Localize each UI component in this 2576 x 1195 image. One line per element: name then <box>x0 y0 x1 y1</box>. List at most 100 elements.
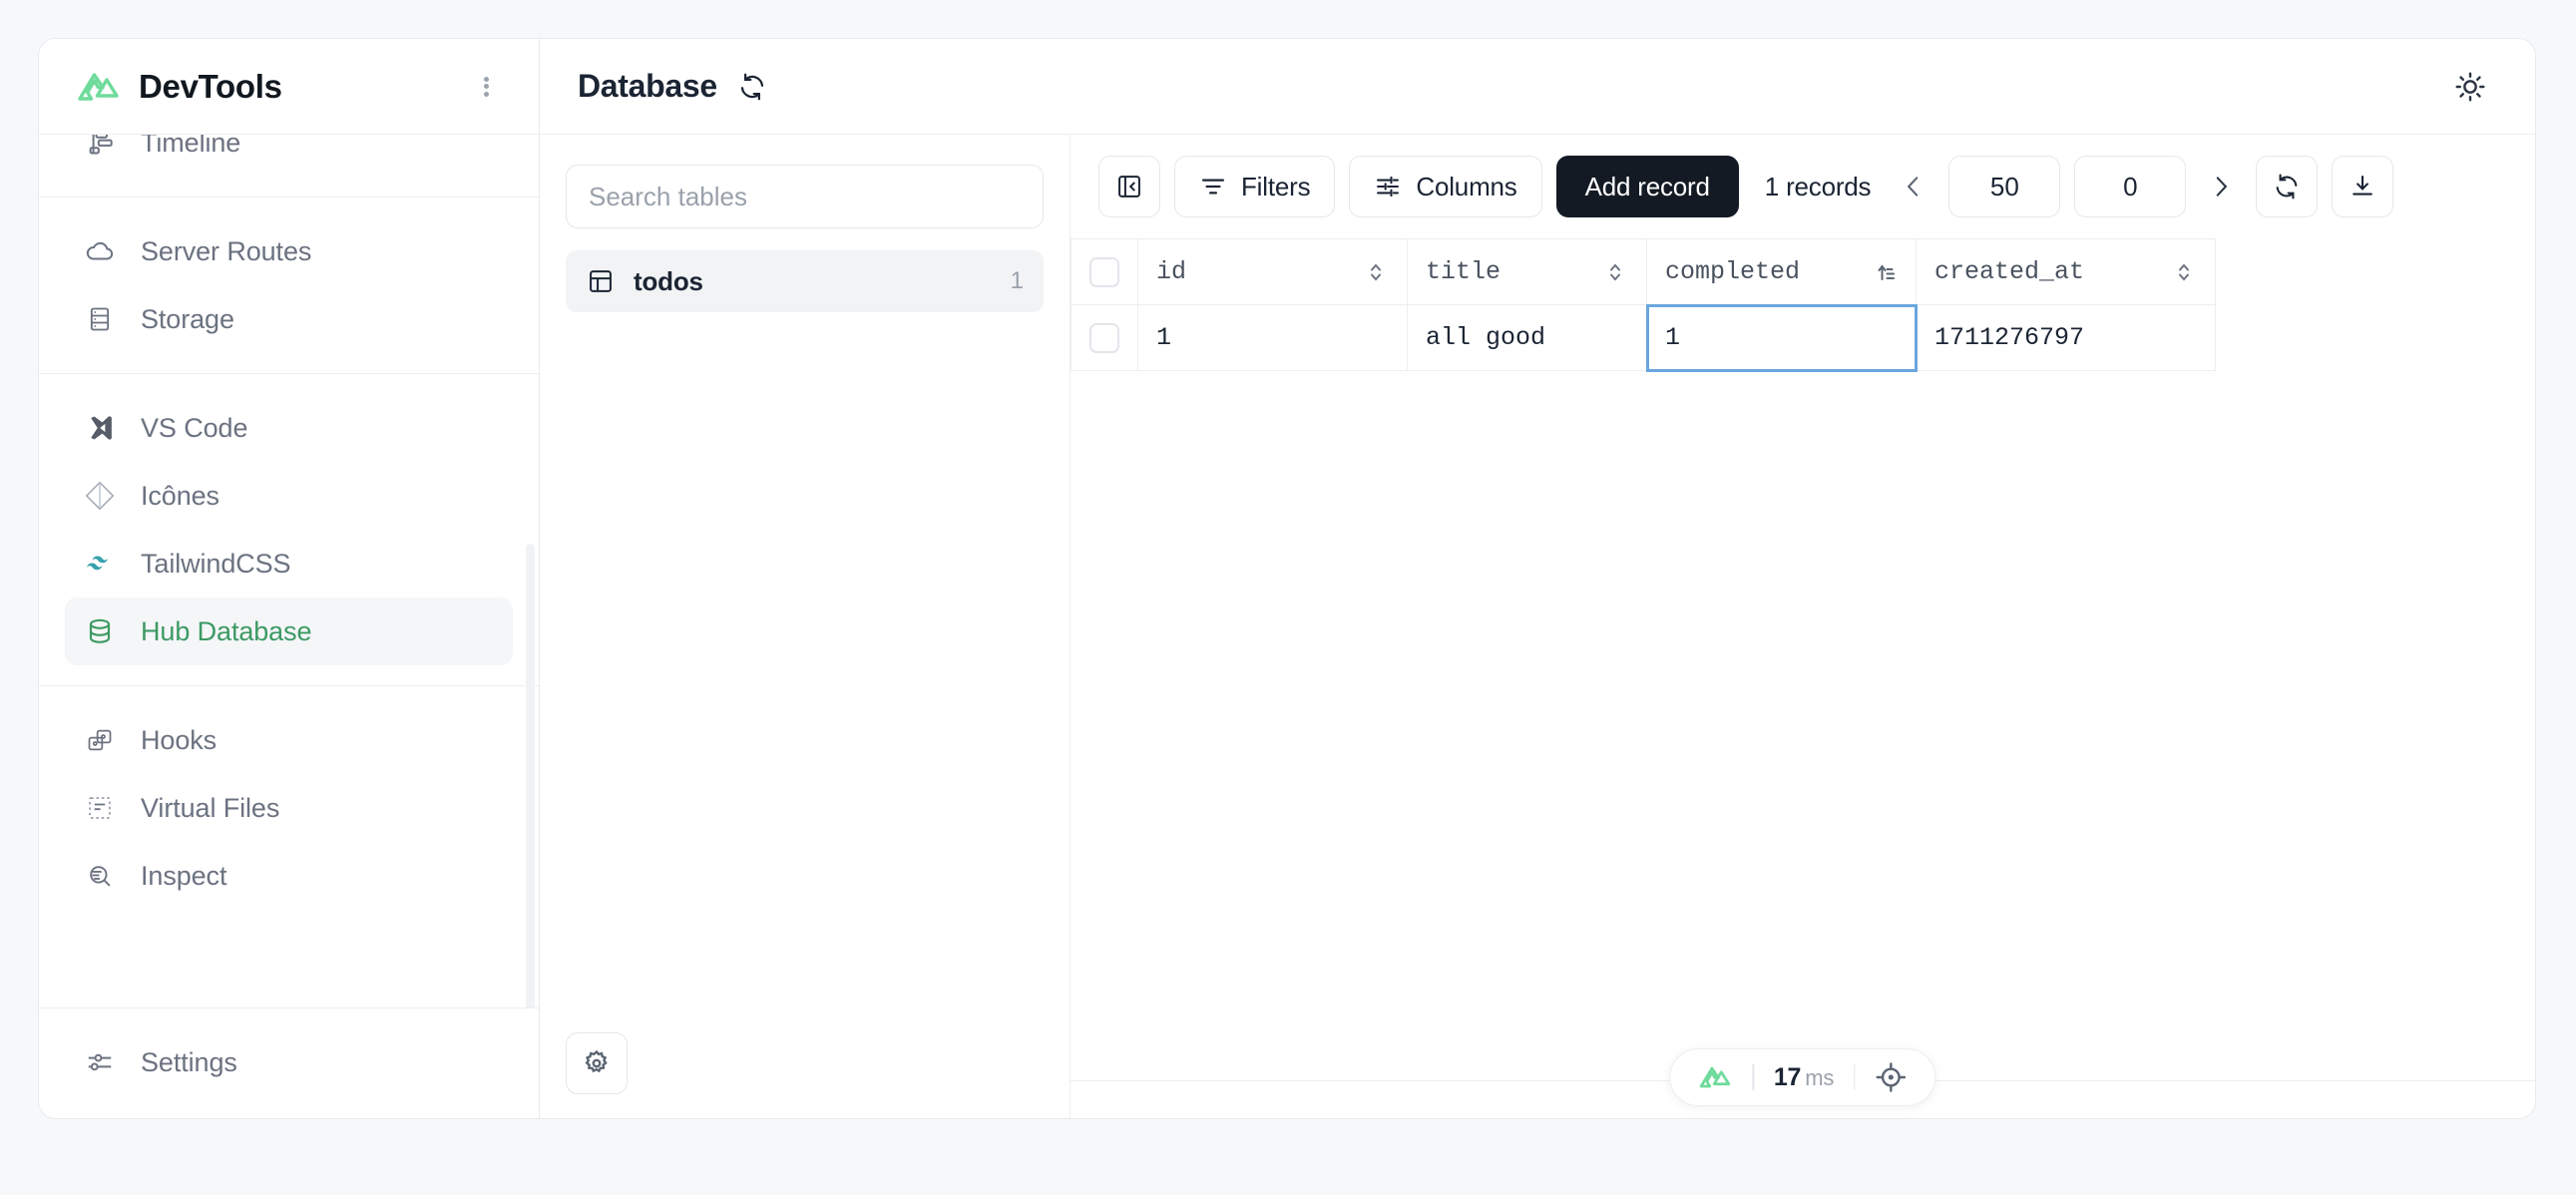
inspect-icon <box>83 859 117 893</box>
pill-divider <box>1752 1064 1754 1090</box>
search-tables-box[interactable] <box>566 165 1044 228</box>
main-header: Database <box>540 39 2535 135</box>
cell-id[interactable]: 1 <box>1137 304 1408 371</box>
columns-button[interactable]: Columns <box>1349 156 1542 217</box>
columns-label: Columns <box>1416 171 1517 201</box>
select-all-checkbox[interactable] <box>1089 256 1119 287</box>
query-duration: 17 ms <box>1773 1062 1835 1092</box>
sun-icon <box>2453 70 2487 104</box>
sidebar-item-label: Virtual Files <box>141 792 280 823</box>
cell-completed[interactable]: 1 <box>1645 303 1918 372</box>
table-header-row: id title completed created_at <box>1071 238 2216 305</box>
sidebar-item-icones[interactable]: Icônes <box>65 462 513 530</box>
theme-toggle-button[interactable] <box>2447 64 2493 110</box>
kebab-menu-icon[interactable] <box>473 73 499 101</box>
refresh-circle-icon <box>2273 173 2301 200</box>
sidebar-item-label: VS Code <box>141 412 248 443</box>
row-select-cell <box>1071 304 1138 371</box>
panel-collapse-icon <box>1115 173 1143 200</box>
sidebar-item-hooks[interactable]: Hooks <box>65 706 513 774</box>
sidebar-item-server-routes[interactable]: Server Routes <box>65 217 513 285</box>
select-all-cell <box>1071 238 1138 305</box>
filter-icon <box>1199 173 1227 200</box>
chevron-left-icon <box>1901 174 1927 199</box>
main-body: todos 1 <box>540 135 2535 1118</box>
sort-ascending-icon[interactable] <box>1872 259 1898 285</box>
search-tables-input[interactable] <box>589 181 1021 212</box>
sidebar-group: VS Code Icônes TailwindCSS Hub Database <box>39 373 539 685</box>
sidebar-item-label: Timeline <box>141 135 241 158</box>
sidebar-item-hub-database[interactable]: Hub Database <box>65 598 513 665</box>
prev-page-button[interactable] <box>1893 161 1934 212</box>
sidebar-scroll-area[interactable]: Timeline Server Routes Storage VS Code I… <box>39 135 539 1007</box>
table-list-item-todos[interactable]: todos 1 <box>566 250 1044 312</box>
cloud-icon <box>83 234 117 268</box>
main-area: Database Search tables todos 1 Filters C… <box>540 39 2535 1118</box>
refresh-icon[interactable] <box>737 72 767 102</box>
status-bar-pill: 17 ms <box>1669 1048 1936 1106</box>
sidebar-item-settings[interactable]: Settings <box>65 1028 513 1096</box>
sidebar-item-label: Hooks <box>141 724 217 755</box>
sidebar-item-label: Hub Database <box>141 615 312 646</box>
download-button[interactable] <box>2332 156 2394 217</box>
collapse-panel-button[interactable] <box>1098 156 1160 217</box>
download-icon <box>2349 173 2376 200</box>
sidebar-item-label: Server Routes <box>141 235 312 266</box>
sidebar-item-vs-code[interactable]: VS Code <box>65 394 513 462</box>
sidebar-item-label: TailwindCSS <box>141 548 291 579</box>
sidebar-item-label: Settings <box>141 1046 237 1077</box>
cell-created-at[interactable]: 1711276797 <box>1916 304 2216 371</box>
sidebar-item-virtual-files[interactable]: Virtual Files <box>65 774 513 842</box>
sidebar-scrollbar[interactable] <box>526 544 535 1007</box>
sidebar-group: Server Routes Storage <box>39 197 539 373</box>
next-page-button[interactable] <box>2200 161 2242 212</box>
table-row[interactable]: 1 all good 1 1711276797 <box>1071 303 2216 372</box>
sidebar-item-timeline[interactable]: Timeline <box>65 135 513 177</box>
add-record-button[interactable]: Add record <box>1555 156 1739 217</box>
sidebar: DevTools Timeline Server Routes Storage … <box>39 39 540 1118</box>
sliders-icon <box>1374 173 1402 200</box>
filters-button[interactable]: Filters <box>1174 156 1336 217</box>
column-header-created-at[interactable]: created_at <box>1916 238 2216 305</box>
chevron-right-icon <box>2208 174 2234 199</box>
page-offset-value: 0 <box>2123 171 2138 201</box>
sort-none-icon[interactable] <box>1602 259 1628 285</box>
column-name: completed <box>1665 257 1801 286</box>
duration-unit: ms <box>1805 1064 1835 1090</box>
sidebar-item-label: Storage <box>141 303 234 334</box>
tables-panel: todos 1 <box>540 135 1071 1118</box>
nuxt-logo-icon <box>77 71 121 103</box>
sort-none-icon[interactable] <box>1363 259 1389 285</box>
column-header-title[interactable]: title <box>1407 238 1647 305</box>
sort-none-icon[interactable] <box>2171 259 2197 285</box>
tailwind-icon <box>83 547 117 581</box>
data-table-wrapper: id title completed created_at 1 all good… <box>1071 238 2535 1118</box>
sidebar-item-storage[interactable]: Storage <box>65 285 513 353</box>
duration-value: 17 <box>1773 1062 1802 1091</box>
table-settings-button[interactable] <box>566 1032 628 1094</box>
data-table: id title completed created_at 1 all good… <box>1071 238 2216 372</box>
sidebar-item-label: Icônes <box>141 480 219 511</box>
sidebar-item-tailwindcss[interactable]: TailwindCSS <box>65 530 513 598</box>
timeline-icon <box>83 135 117 160</box>
row-checkbox[interactable] <box>1089 322 1119 353</box>
column-header-completed[interactable]: completed <box>1646 238 1917 305</box>
column-name: id <box>1156 257 1187 286</box>
column-header-id[interactable]: id <box>1137 238 1408 305</box>
sidebar-item-label: Inspect <box>141 860 227 891</box>
sidebar-item-inspect[interactable]: Inspect <box>65 842 513 910</box>
virtual-files-icon <box>83 791 117 825</box>
crosshair-icon[interactable] <box>1876 1061 1908 1093</box>
database-icon <box>83 614 117 648</box>
cell-title[interactable]: all good <box>1407 304 1647 371</box>
page-limit-input[interactable]: 50 <box>1948 156 2061 217</box>
nuxt-logo-icon <box>1698 1065 1732 1089</box>
tables-list: todos 1 <box>566 250 1044 1032</box>
pill-divider <box>1854 1064 1856 1090</box>
sidebar-header: DevTools <box>39 39 539 135</box>
add-record-label: Add record <box>1584 171 1710 201</box>
page-offset-input[interactable]: 0 <box>2074 156 2187 217</box>
refresh-data-button[interactable] <box>2256 156 2319 217</box>
column-name: title <box>1426 257 1502 286</box>
gear-icon <box>582 1048 612 1078</box>
